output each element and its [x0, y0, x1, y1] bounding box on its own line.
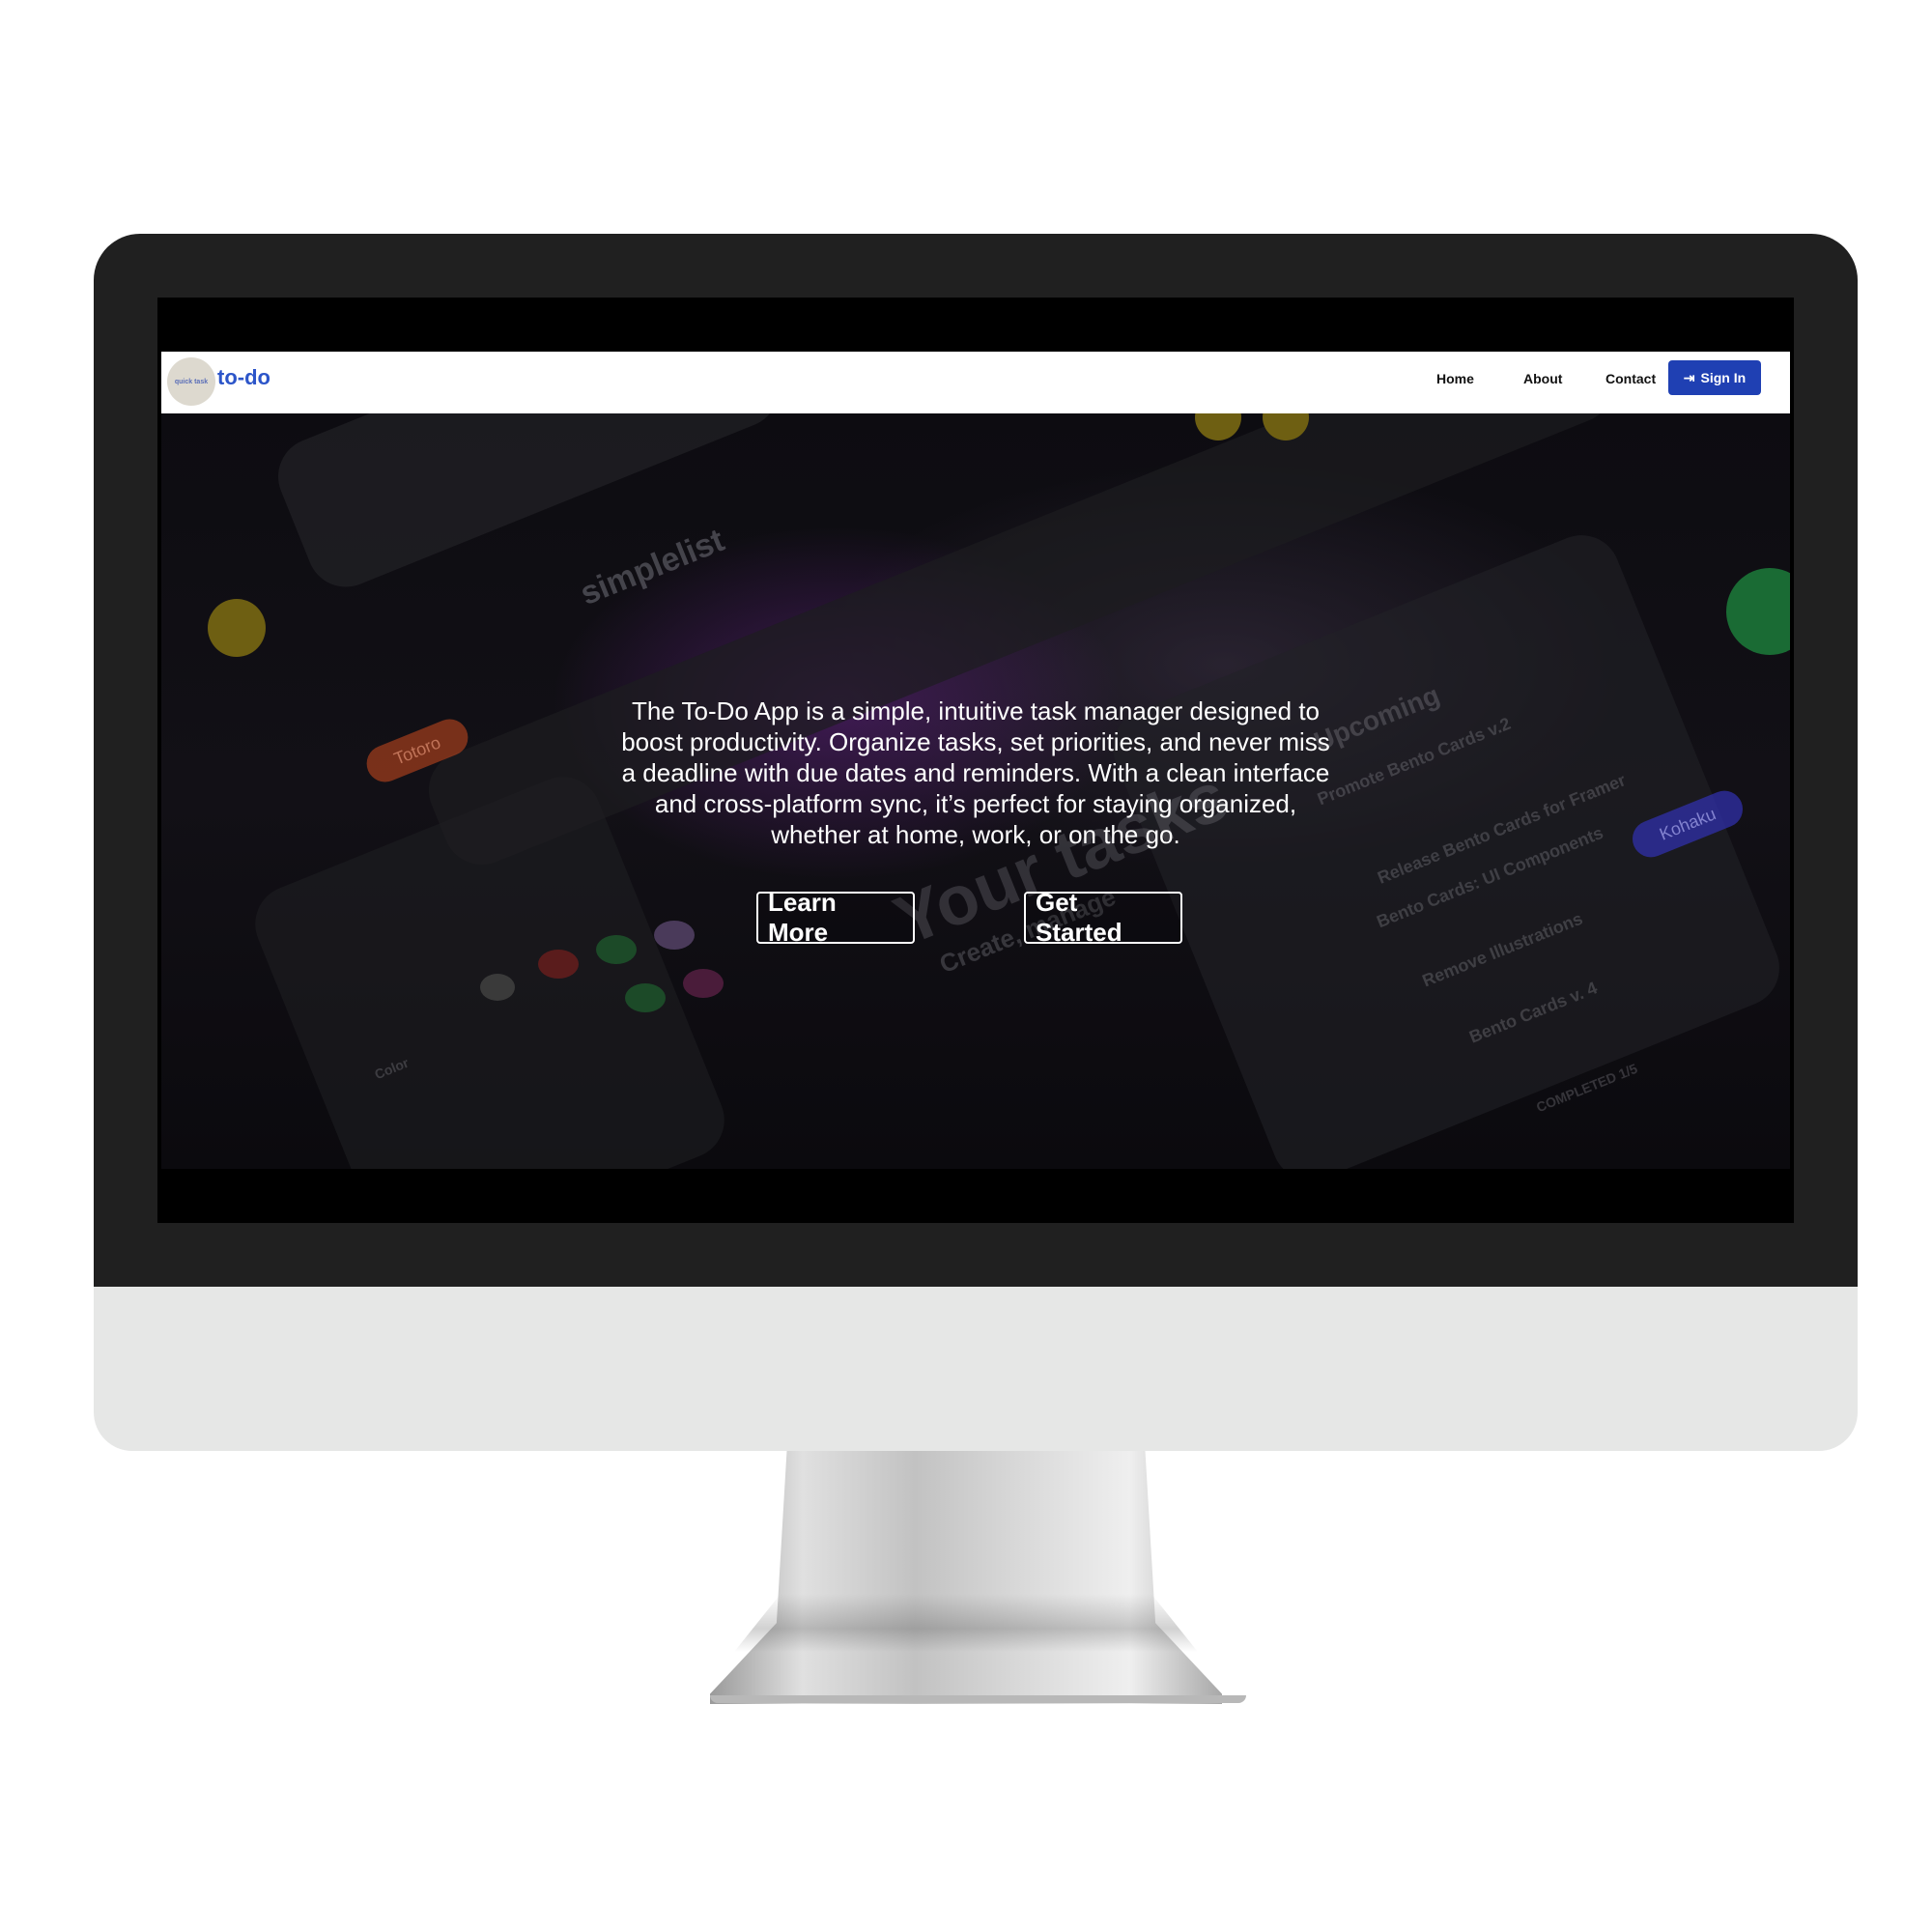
bg-color-swatch	[596, 935, 637, 964]
logo-text: quick task	[174, 378, 209, 385]
web-page: quick task to-do Home About Contact ⇥ Si…	[161, 352, 1790, 1169]
nav-link-home[interactable]: Home	[1436, 371, 1474, 386]
monitor-stand	[710, 1451, 1222, 1704]
nav-link-about[interactable]: About	[1523, 371, 1562, 386]
logo[interactable]: quick task	[167, 357, 215, 406]
nav-link-contact[interactable]: Contact	[1605, 371, 1656, 386]
bg-color-swatch	[480, 974, 515, 1001]
bg-app-name: simplelist	[575, 522, 730, 613]
bg-color-swatch	[654, 921, 695, 950]
brand-name[interactable]: to-do	[217, 365, 270, 390]
sign-in-label: Sign In	[1700, 370, 1747, 385]
learn-more-button[interactable]: Learn More	[756, 888, 915, 947]
monitor-screen: quick task to-do Home About Contact ⇥ Si…	[157, 298, 1794, 1223]
hero-content: The To-Do App is a simple, intuitive tas…	[615, 696, 1336, 850]
bg-color-swatch	[538, 950, 579, 979]
sign-in-icon: ⇥	[1683, 369, 1695, 385]
bg-yellow-dot	[208, 599, 266, 657]
sign-in-button[interactable]: ⇥ Sign In	[1668, 360, 1761, 395]
bg-color-swatch	[625, 983, 666, 1012]
monitor-stand-shadow	[734, 1594, 1198, 1652]
bg-yellow-dot-top	[1195, 413, 1241, 440]
monitor-chin	[94, 1287, 1858, 1451]
monitor-stand-base	[710, 1695, 1246, 1703]
monitor-bezel: quick task to-do Home About Contact ⇥ Si…	[94, 234, 1858, 1287]
navbar: quick task to-do Home About Contact ⇥ Si…	[161, 352, 1790, 413]
get-started-button[interactable]: Get Started	[1024, 888, 1182, 947]
bg-color-swatch	[683, 969, 724, 998]
monitor: quick task to-do Home About Contact ⇥ Si…	[94, 234, 1858, 1451]
bg-green-dot	[1726, 568, 1790, 655]
hero-section: simplelist Upcoming Promote Bento Cards …	[161, 413, 1790, 1169]
hero-description: The To-Do App is a simple, intuitive tas…	[621, 696, 1330, 849]
bg-card-install	[266, 413, 791, 599]
